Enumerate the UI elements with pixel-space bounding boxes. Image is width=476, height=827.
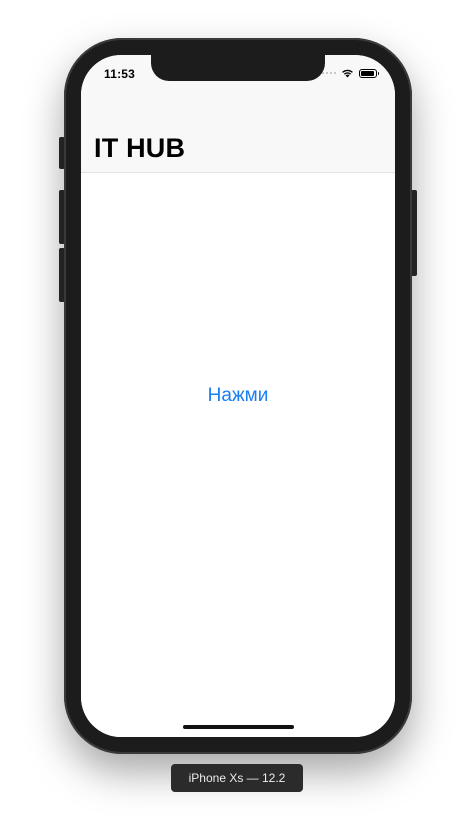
wifi-icon (342, 69, 353, 78)
home-indicator[interactable] (183, 725, 294, 729)
notch (151, 55, 325, 81)
device-screen: 11:53 IT HUB Нажми (81, 55, 395, 737)
battery-icon (359, 68, 379, 78)
main-content: Нажми (81, 173, 395, 737)
status-time: 11:53 (104, 67, 136, 81)
press-button[interactable]: Нажми (188, 383, 288, 409)
status-icons (322, 68, 379, 78)
signal-icon (322, 72, 336, 74)
simulator-window: 11:53 IT HUB Нажми iPhone Xs — 12.2 (0, 0, 476, 827)
device-label: iPhone Xs — 12.2 (171, 764, 303, 792)
page-title: IT HUB (94, 133, 186, 163)
navigation-bar: 11:53 IT HUB (81, 55, 395, 173)
